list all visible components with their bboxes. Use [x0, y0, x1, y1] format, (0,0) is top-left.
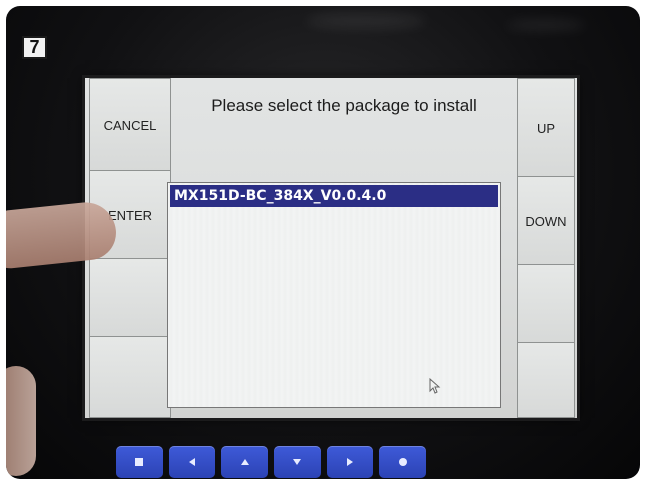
page-title: Please select the package to install [211, 96, 477, 115]
step-number-badge: 7 [22, 36, 47, 59]
hw-button-stop[interactable] [116, 446, 163, 478]
arrow-up-icon [240, 459, 249, 465]
up-softkey[interactable]: UP [517, 78, 575, 178]
down-softkey-label: DOWN [525, 213, 567, 229]
up-softkey-label: UP [536, 120, 556, 136]
hw-button-right[interactable] [326, 446, 374, 478]
arrow-down-icon [293, 459, 302, 465]
down-softkey[interactable]: DOWN [517, 176, 575, 266]
hw-button-down[interactable] [274, 446, 321, 478]
device-photo: CANCEL ENTER Please select the package t… [6, 6, 640, 479]
hardware-button-row [116, 446, 427, 478]
arrow-right-icon [347, 458, 354, 466]
right-softkey-3[interactable] [517, 264, 575, 344]
glare [506, 20, 586, 30]
hand [6, 366, 36, 476]
arrow-left-icon [189, 458, 195, 466]
left-softkey-3[interactable] [89, 258, 171, 338]
cancel-softkey-label: CANCEL [103, 117, 157, 133]
left-softkey-4[interactable] [89, 336, 171, 418]
right-softkey-4[interactable] [517, 342, 575, 418]
hw-button-up[interactable] [221, 446, 269, 478]
cancel-softkey[interactable]: CANCEL [89, 78, 171, 172]
glare [306, 14, 426, 28]
hw-button-ok[interactable] [379, 446, 427, 478]
mouse-pointer-icon [429, 378, 441, 394]
device-screen: CANCEL ENTER Please select the package t… [85, 78, 577, 418]
package-list-item[interactable]: MX151D-BC_384X_V0.0.4.0 [170, 185, 498, 207]
square-icon [135, 458, 144, 466]
enter-softkey-label: ENTER [107, 207, 153, 223]
package-listbox[interactable]: MX151D-BC_384X_V0.0.4.0 [167, 182, 501, 408]
circle-icon [398, 458, 407, 466]
hw-button-left[interactable] [168, 446, 216, 478]
